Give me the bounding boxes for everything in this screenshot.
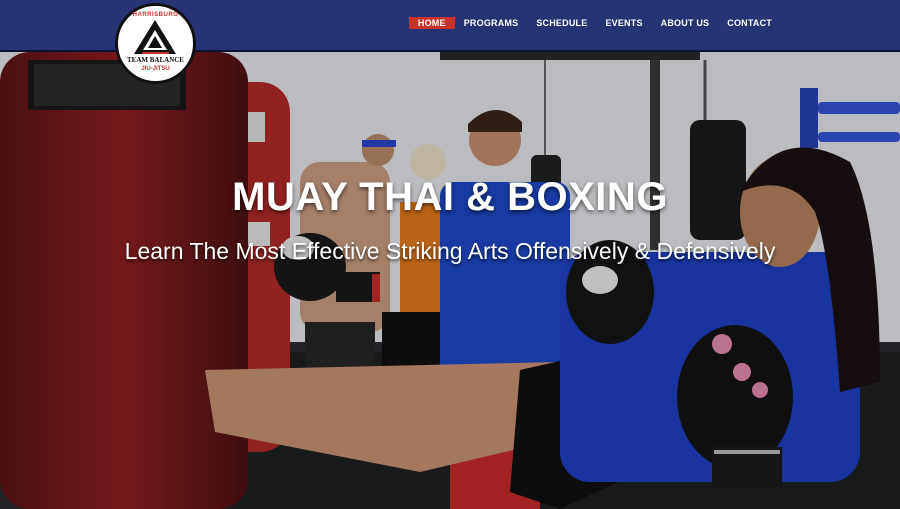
logo-top-text: HARRISBURG: [132, 12, 179, 18]
hero-title: MUAY THAI & BOXING: [232, 175, 668, 219]
hero-subtitle: Learn The Most Effective Striking Arts O…: [124, 238, 776, 264]
nav-home[interactable]: HOME: [408, 17, 455, 29]
logo-name: TEAM BALANCE: [127, 56, 184, 64]
main-nav: HOME PROGRAMS SCHEDULE EVENTS ABOUT US C…: [408, 17, 781, 29]
nav-about-us[interactable]: ABOUT US: [652, 17, 719, 29]
nav-events[interactable]: EVENTS: [596, 17, 651, 29]
hero-banner: MUAY THAI & BOXING Learn The Most Effect…: [0, 52, 900, 509]
nav-contact[interactable]: CONTACT: [718, 17, 781, 29]
nav-programs[interactable]: PROGRAMS: [455, 17, 528, 29]
nav-schedule[interactable]: SCHEDULE: [527, 17, 596, 29]
hero-background-image: [0, 52, 900, 509]
site-logo[interactable]: HARRISBURG TEAM BALANCE JIU-JITSU: [115, 3, 196, 84]
logo-sub-text: JIU-JITSU: [141, 66, 170, 72]
